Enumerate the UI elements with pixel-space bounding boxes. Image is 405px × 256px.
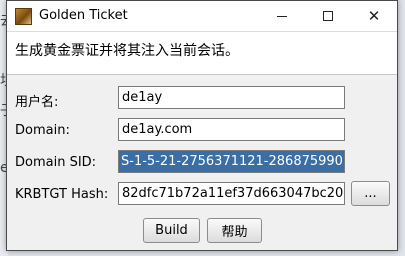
domain-sid-input[interactable]: S-1-5-21-2756371121-2868759905 [118,150,345,173]
krbtgt-label: KRBTGT Hash: [15,187,109,202]
golden-ticket-dialog: Golden Ticket ✕ 生成黄金票证并将其注入当前会话。 用户名: de… [6,0,398,251]
domain-sid-selected-text: S-1-5-21-2756371121-2868759905 [119,151,344,172]
close-button[interactable]: ✕ [351,1,397,31]
description-banner: 生成黄金票证并将其注入当前会话。 [7,32,397,75]
window-title: Golden Ticket [39,8,128,23]
app-icon [15,8,32,25]
domain-input[interactable]: de1ay.com [118,118,345,141]
browse-button[interactable]: ... [351,181,390,206]
maximize-icon [323,11,333,21]
domain-sid-label: Domain SID: [15,155,97,170]
minimize-button[interactable] [259,1,305,31]
title-bar[interactable]: Golden Ticket ✕ [7,1,397,32]
help-button[interactable]: 帮助 [207,218,262,243]
close-icon: ✕ [367,7,381,25]
krbtgt-hash-input[interactable]: 82dfc71b72a11ef37d663047bc2088fb [118,182,345,205]
build-button[interactable]: Build [143,218,200,243]
user-label: 用户名: [15,95,59,110]
maximize-button[interactable] [305,1,351,31]
minimize-icon [277,15,287,17]
user-input[interactable]: de1ay [118,86,345,109]
description-text: 生成黄金票证并将其注入当前会话。 [15,43,239,59]
domain-label: Domain: [15,123,70,138]
